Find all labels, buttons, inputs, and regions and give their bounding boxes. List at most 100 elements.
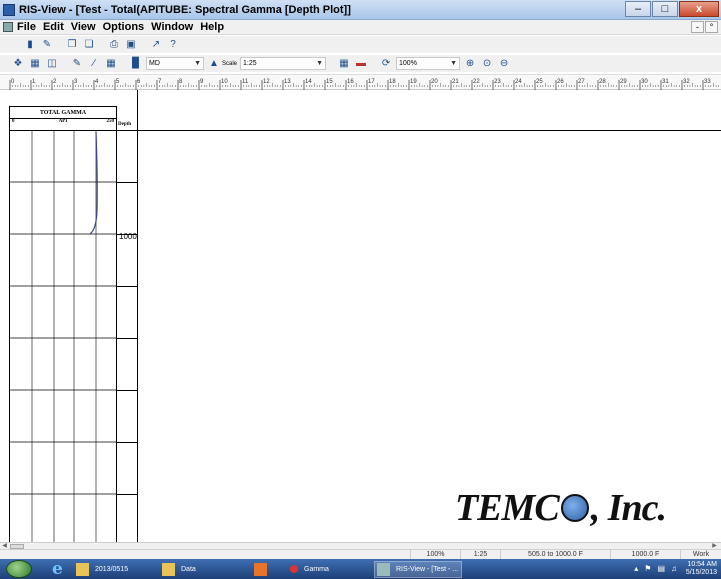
ruler-tick-label: 3: [74, 79, 78, 85]
depth-label: 1000: [119, 232, 137, 241]
taskbar-item-label: 2013/0515: [95, 565, 129, 573]
track-header[interactable]: TOTAL GAMMA 0 API 250: [9, 106, 117, 130]
window-controls: – □ x: [624, 1, 719, 17]
menu-view[interactable]: View: [71, 21, 96, 33]
window-title: RIS-View - [Test - Total(APITUBE: Spectr…: [19, 3, 351, 16]
depth-track-icon[interactable]: ▉: [129, 57, 143, 70]
paste-icon[interactable]: ❏: [82, 38, 96, 51]
taskbar-item-label: RIS-View - [Test - ...: [396, 565, 459, 573]
zoom-fit-icon[interactable]: ⊙: [480, 57, 494, 70]
scale-select[interactable]: 1:25 ▼: [240, 57, 327, 70]
plot-settings-icon[interactable]: ▦: [28, 57, 42, 70]
close-button[interactable]: x: [679, 1, 719, 17]
help-icon[interactable]: ?: [166, 38, 180, 51]
menu-file[interactable]: File: [17, 21, 36, 33]
taskbar-item-label: Gamma: [304, 565, 329, 573]
start-button[interactable]: [6, 560, 32, 578]
zoom-out-icon[interactable]: ⊖: [497, 57, 511, 70]
system-tray: ▴ ⚑ ▤ ♫: [634, 564, 677, 573]
folder-icon: [162, 562, 175, 576]
taskbar-item-gamma[interactable]: Gamma: [288, 561, 368, 578]
ruler-tick-label: 0: [11, 79, 15, 85]
refresh-icon[interactable]: ⟳: [379, 57, 393, 70]
tray-arrow-icon[interactable]: ▴: [634, 564, 638, 573]
depth-mode-select[interactable]: MD ▼: [146, 57, 204, 70]
minimize-button[interactable]: –: [625, 1, 651, 17]
table-icon[interactable]: ▦: [104, 57, 118, 70]
depth-grid-line: [117, 494, 137, 495]
track-scale-max: 250: [106, 119, 115, 124]
track-graphic: [10, 130, 116, 542]
depth-mode-value: MD: [149, 60, 160, 67]
title-bar[interactable]: RIS-View - [Test - Total(APITUBE: Spectr…: [0, 0, 721, 20]
layout-icon[interactable]: ◫: [45, 57, 59, 70]
ruler-tick-label: 20: [431, 79, 438, 85]
app-icon: [290, 565, 298, 573]
new-plot-icon[interactable]: ❖: [11, 57, 25, 70]
grid-icon[interactable]: ▦: [337, 57, 351, 70]
ruler-tick-label: 32: [683, 79, 690, 85]
export-icon[interactable]: ↗: [149, 38, 163, 51]
menu-edit[interactable]: Edit: [43, 21, 64, 33]
ruler-tick-label: 33: [704, 79, 711, 85]
document-minimize-button[interactable]: -: [691, 21, 704, 33]
open-file-icon[interactable]: ▮: [23, 38, 37, 51]
print-icon[interactable]: ⎙: [107, 38, 121, 51]
ruler-tick-label: 31: [662, 79, 669, 85]
color-bar-icon[interactable]: ▬: [354, 57, 368, 70]
zoom-in-icon[interactable]: ⊕: [463, 57, 477, 70]
volume-icon[interactable]: ♫: [671, 564, 677, 573]
internet-explorer-icon[interactable]: e: [52, 561, 68, 578]
globe-icon: [560, 494, 589, 522]
ruler-tick-label: 23: [494, 79, 501, 85]
toolbar-main: ▮ ✎ ❐ ❏ ⎙ ▣ ↗ ?: [0, 36, 721, 53]
folder-icon: [76, 562, 89, 576]
scale-value: 1:25: [243, 60, 257, 67]
network-icon[interactable]: ▤: [657, 564, 665, 573]
ruler-tick-label: 8: [179, 79, 183, 85]
plot-separator: [137, 90, 138, 542]
taskbar-item-label: Data: [181, 565, 196, 573]
ruler-tick-label: 22: [473, 79, 480, 85]
document-icon[interactable]: [3, 22, 13, 32]
taskbar-item-media[interactable]: [252, 561, 282, 578]
taskbar-item-folder-20130515[interactable]: 2013/0515: [74, 561, 154, 578]
menu-options[interactable]: Options: [103, 21, 145, 33]
menu-window[interactable]: Window: [151, 21, 193, 33]
taskbar-item-risview[interactable]: RIS-View - [Test - ...: [374, 560, 462, 578]
ruler-tick-label: 13: [284, 79, 291, 85]
track-unit: API: [58, 119, 68, 124]
horizontal-ruler: 0 1 2 3 4 5 6 7 8 9 10 11 12 13 14 15 16 17 18 19 20 21 22 23 24…: [0, 74, 721, 90]
scale-label: Scale: [222, 60, 238, 67]
depth-grid-line: [117, 442, 137, 443]
taskbar-item-data[interactable]: Data: [160, 561, 246, 578]
menu-help[interactable]: Help: [200, 21, 224, 33]
scale-icon[interactable]: ▲: [207, 57, 221, 70]
gamma-track[interactable]: [9, 130, 117, 542]
chevron-down-icon: ▼: [194, 60, 201, 67]
curve-edit-icon[interactable]: ✎: [70, 57, 84, 70]
ruler-tick-label: 17: [368, 79, 375, 85]
clock[interactable]: 10:54 AM 5/15/2013: [686, 561, 717, 577]
ruler-tick-label: 16: [347, 79, 354, 85]
depth-grid-line: [117, 338, 137, 339]
ruler-tick-label: 9: [200, 79, 204, 85]
draw-icon[interactable]: ∕: [87, 57, 101, 70]
document-restore-button[interactable]: °: [705, 21, 718, 33]
ruler-tick-label: 2: [53, 79, 57, 85]
taskbar: e 2013/0515 Data Gamma RIS-View - [Test …: [0, 559, 721, 579]
edit-icon[interactable]: ✎: [40, 38, 54, 51]
maximize-button[interactable]: □: [652, 1, 678, 17]
copy-icon[interactable]: ❐: [65, 38, 79, 51]
logo-text-after: , Inc.: [590, 487, 667, 529]
print-preview-icon[interactable]: ▣: [124, 38, 138, 51]
ruler-tick-label: 27: [578, 79, 585, 85]
depth-grid-line: [117, 390, 137, 391]
horizontal-scrollbar[interactable]: ◀ ▶: [0, 542, 721, 549]
ruler-tick-label: 28: [599, 79, 606, 85]
temco-logo: TEMC , Inc.: [455, 486, 667, 530]
tray-flag-icon[interactable]: ⚑: [644, 564, 651, 573]
zoom-select[interactable]: 100% ▼: [396, 57, 461, 70]
status-bar: 100% 1:25 505.0 to 1000.0 F 1000.0 F Wor…: [0, 549, 721, 560]
ruler-tick-label: 19: [410, 79, 417, 85]
